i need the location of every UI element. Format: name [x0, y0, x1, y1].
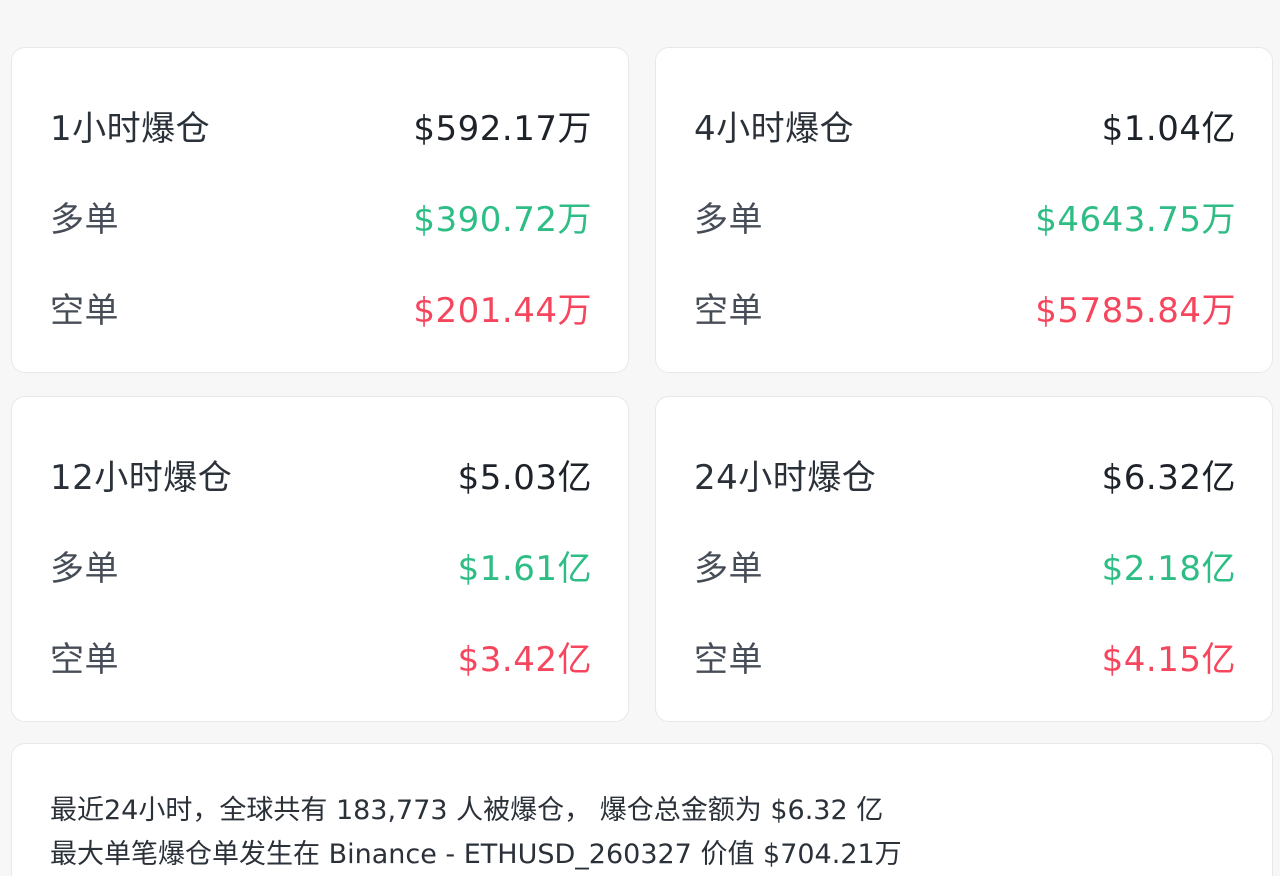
long-value: $4643.75万	[1035, 199, 1236, 240]
total-row: 24小时爆仓 $6.32亿	[694, 451, 1236, 498]
liquidation-card-1h[interactable]: 1小时爆仓 $592.17万 多单 $390.72万 空单 $201.44万	[11, 47, 629, 373]
short-label: 空单	[694, 290, 763, 331]
long-row: 多单 $1.61亿	[50, 542, 592, 589]
total-value: $592.17万	[413, 108, 592, 149]
liquidation-card-12h[interactable]: 12小时爆仓 $5.03亿 多单 $1.61亿 空单 $3.42亿	[11, 396, 629, 722]
long-value: $1.61亿	[457, 548, 592, 589]
long-label: 多单	[694, 199, 763, 240]
long-row: 多单 $4643.75万	[694, 193, 1236, 240]
long-value: $2.18亿	[1101, 548, 1236, 589]
total-row: 4小时爆仓 $1.04亿	[694, 102, 1236, 149]
short-value: $201.44万	[413, 290, 592, 331]
long-row: 多单 $390.72万	[50, 193, 592, 240]
total-value: $6.32亿	[1101, 457, 1236, 498]
short-label: 空单	[50, 639, 119, 680]
liquidation-card-24h[interactable]: 24小时爆仓 $6.32亿 多单 $2.18亿 空单 $4.15亿	[655, 396, 1273, 722]
long-value: $390.72万	[413, 199, 592, 240]
short-row: 空单 $3.42亿	[50, 633, 592, 680]
long-label: 多单	[50, 199, 119, 240]
short-value: $5785.84万	[1035, 290, 1236, 331]
total-row: 12小时爆仓 $5.03亿	[50, 451, 592, 498]
card-title: 12小时爆仓	[50, 457, 233, 498]
summary-text-total: 最近24小时，全球共有 183,773 人被爆仓， 爆仓总金额为 $6.32 亿	[50, 795, 884, 826]
long-row: 多单 $2.18亿	[694, 542, 1236, 589]
liquidation-page: 1小时爆仓 $592.17万 多单 $390.72万 空单 $201.44万 4…	[0, 0, 1280, 876]
liquidation-card-4h[interactable]: 4小时爆仓 $1.04亿 多单 $4643.75万 空单 $5785.84万	[655, 47, 1273, 373]
short-row: 空单 $4.15亿	[694, 633, 1236, 680]
card-title: 1小时爆仓	[50, 108, 211, 149]
long-label: 多单	[694, 548, 763, 589]
summary-card: 最近24小时，全球共有 183,773 人被爆仓， 爆仓总金额为 $6.32 亿…	[11, 743, 1273, 876]
short-value: $3.42亿	[457, 639, 592, 680]
short-row: 空单 $5785.84万	[694, 284, 1236, 331]
short-row: 空单 $201.44万	[50, 284, 592, 331]
short-label: 空单	[694, 639, 763, 680]
total-value: $5.03亿	[457, 457, 592, 498]
card-title: 4小时爆仓	[694, 108, 855, 149]
total-value: $1.04亿	[1101, 108, 1236, 149]
total-row: 1小时爆仓 $592.17万	[50, 102, 592, 149]
card-title: 24小时爆仓	[694, 457, 877, 498]
long-label: 多单	[50, 548, 119, 589]
short-label: 空单	[50, 290, 119, 331]
summary-text-largest: 最大单笔爆仓单发生在 Binance - ETHUSD_260327 价值 $7…	[50, 839, 902, 870]
short-value: $4.15亿	[1101, 639, 1236, 680]
